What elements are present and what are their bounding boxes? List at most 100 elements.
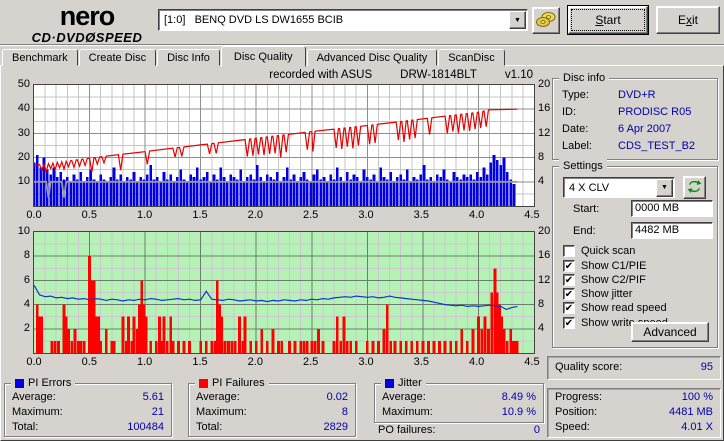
tick-label: 2 [23,322,30,334]
tick-label: 0.5 [81,356,97,368]
tab-create-disc[interactable]: Create Disc [78,49,157,66]
logo-line1: nero [59,1,116,31]
app-window: nero CD·DVDØSPEED [1:0] BENQ DVD LS DW16… [0,0,724,441]
advanced-button[interactable]: Advanced [631,322,709,342]
start-position-field[interactable]: 0000 MB [631,200,713,217]
start-button[interactable]: Start [568,6,648,34]
pie-average-value: 5.61 [142,391,164,403]
exit-button[interactable]: Ex it [656,6,720,34]
show-c1-pie-checkbox[interactable]: ✔ Show C1/PIE [563,260,646,272]
scan-speed-select[interactable]: 4 X CLV ▼ [563,177,675,198]
pi-errors-legend: PI Errors [11,376,76,390]
drive-select[interactable]: [1:0] BENQ DVD LS DW1655 BCIB ▼ [158,9,528,31]
speed-row: Speed: 4.01 X [548,420,720,435]
pif-total-label: Total: [196,421,223,433]
checkbox-box[interactable]: ✔ [563,302,575,314]
tick-label: 3.0 [358,356,374,368]
jitter-maximum-label: Maximum: [382,406,433,418]
checkbox-label: Quick scan [581,245,636,257]
drive-select-arrow[interactable]: ▼ [509,11,526,29]
end-position-field[interactable]: 4482 MB [631,222,713,239]
tab-disc-quality[interactable]: Disc Quality [220,46,306,67]
jitter-group: Jitter Average: 8.49 % Maximum: 10.9 % [374,376,544,423]
show-read-speed-checkbox[interactable]: ✔ Show read speed [563,302,667,314]
refresh-icon [687,179,702,197]
quick-scan-checkbox[interactable]: Quick scan [563,245,635,257]
end-position-label: End: [573,225,596,237]
firmware-version: v1.10 [504,69,533,81]
jitter-average-label: Average: [382,391,426,403]
disc-type-label: Type: [562,89,589,101]
quality-score-label: Quality score: [555,361,623,373]
checkbox-box[interactable]: ✔ [563,274,575,286]
toolbar: nero CD·DVDØSPEED [1:0] BENQ DVD LS DW16… [0,0,724,45]
tick-label: 4.0 [468,356,485,368]
position-label: Position: [555,406,598,418]
show-c2-pif-checkbox[interactable]: ✔ Show C2/PIF [563,274,646,286]
pie-total-value: 100484 [127,421,164,433]
tick-label: 2.0 [247,209,263,221]
tick-label: 4.5 [524,356,540,368]
checkbox-label: Show jitter [581,288,633,300]
tick-label: 4.0 [468,209,485,221]
pi-failures-title: PI Failures [212,377,265,389]
discs-icon [536,11,556,31]
checkbox-label: Show C1/PIE [581,260,647,272]
recorded-with: recorded with ASUS [269,69,373,81]
show-jitter-checkbox[interactable]: ✔ Show jitter [563,288,632,300]
scan-speed-value: 4 X CLV [569,181,610,194]
progress-value: 100 % [681,391,713,403]
disc-date-row: Date: 6 Apr 2007 [553,121,717,138]
nero-logo: nero CD·DVDØSPEED [22,1,152,45]
tick-label: 3.5 [413,209,429,221]
po-failures-value: 0 [533,424,540,436]
exit-button-pre: E [677,13,686,27]
settings-title: Settings [559,159,607,173]
jitter-maximum-value: 10.9 % [501,406,536,418]
disc-tools-button[interactable] [532,7,560,34]
disc-label-value: CDS_TEST_B2 [618,140,696,152]
refresh-button[interactable] [683,176,706,199]
pif-maximum-value: 8 [341,406,348,418]
scan-speed-arrow[interactable]: ▼ [656,178,673,197]
tick-label: 1.5 [192,209,208,221]
quality-score-panel: Quality score: 95 [547,356,721,380]
progress-row: Progress: 100 % [548,390,720,405]
tab-benchmark[interactable]: Benchmark [2,49,78,66]
pif-total-value: 2829 [323,421,348,433]
top-chart-plot [33,84,535,207]
start-button-post: tart [603,13,621,27]
disc-label-label: Label: [562,140,592,152]
start-button-key: S [595,13,604,27]
jitter-color-swatch [385,378,394,388]
drive-select-value: [1:0] BENQ DVD LS DW1655 BCIB [164,14,344,26]
checkbox-box[interactable]: ✔ [563,288,575,300]
disc-type-value: DVD+R [618,89,656,101]
bottom-chart-x-ticks: 0.0 0.5 1.0 1.5 2.0 2.5 3.0 3.5 4.0 4.5 [23,356,543,368]
checkbox-label: Show read speed [581,302,667,314]
disc-id-row: ID: PRODISC R05 [553,104,717,121]
top-chart-x-ticks: 0.0 0.5 1.0 1.5 2.0 2.5 3.0 3.5 4.0 4.5 [23,209,543,221]
pie-total-label: Total: [12,421,39,433]
exit-button-post: it [692,13,698,27]
tick-label: 0.0 [26,209,42,221]
pi-failures-color-swatch [199,378,208,388]
tab-advanced-disc-quality[interactable]: Advanced Disc Quality [306,49,438,66]
logo-line2: CD·DVDØSPEED [31,30,143,45]
disc-date-value: 6 Apr 2007 [618,123,672,135]
tab-disc-info[interactable]: Disc Info [157,49,220,66]
tick-label: 2.0 [247,356,263,368]
po-failures-label: PO failures: [378,424,436,436]
pi-errors-title: PI Errors [28,377,72,389]
checkbox-box[interactable]: ✔ [563,260,575,272]
tab-scandisc[interactable]: ScanDisc [438,49,505,66]
checkbox-box[interactable]: ✔ [563,317,575,329]
position-row: Position: 4481 MB [548,405,720,420]
start-position-label: Start: [573,203,600,215]
tick-label: 8 [23,249,30,262]
tick-label: 2.5 [302,356,319,368]
tab-bar: Benchmark Create Disc Disc Info Disc Qua… [2,45,506,67]
checkbox-box[interactable] [563,245,575,257]
disc-info-title: Disc info [559,71,610,85]
checkbox-label: Show C2/PIF [581,274,646,286]
